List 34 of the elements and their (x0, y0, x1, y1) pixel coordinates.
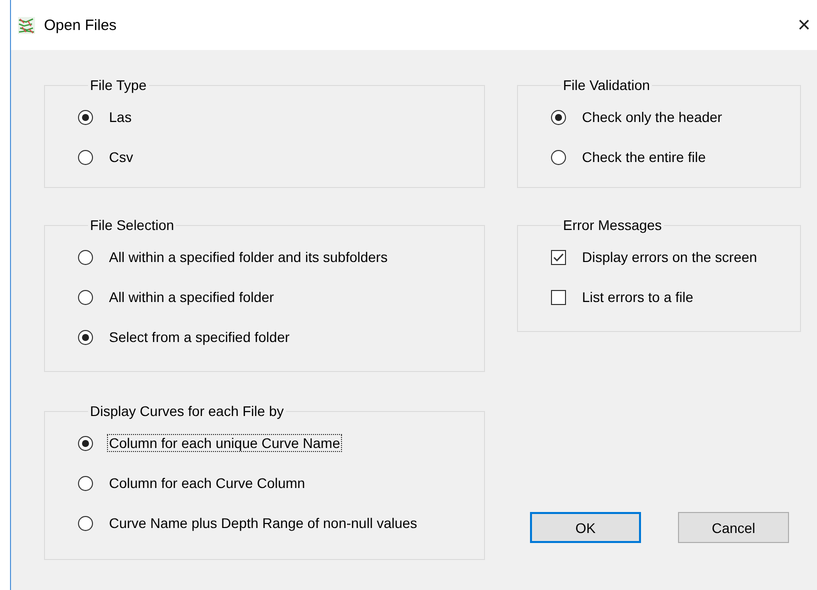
checkbox-option[interactable]: List errors to a file (551, 277, 800, 317)
option-label: Las (108, 108, 133, 126)
option-label: Curve Name plus Depth Range of non-null values (108, 514, 418, 532)
radio-option[interactable]: All within a specified folder and its subfolders (78, 237, 484, 277)
checkbox-option[interactable]: Display errors on the screen (551, 237, 800, 277)
option-label: All within a specified folder (108, 288, 275, 306)
radio-option[interactable]: Curve Name plus Depth Range of non-null values (78, 503, 484, 543)
radio-option[interactable]: Check the entire file (551, 137, 800, 177)
radio-option[interactable]: All within a specified folder (78, 277, 484, 317)
option-label: Check only the header (581, 108, 724, 126)
radio-option[interactable]: Select from a specified folder (78, 317, 484, 357)
option-label: Check the entire file (581, 148, 707, 166)
option-label: Csv (108, 148, 134, 166)
radio-option[interactable]: Column for each Curve Column (78, 463, 484, 503)
close-button[interactable]: × (791, 14, 817, 36)
option-label: Column for each Curve Column (108, 474, 306, 492)
dialog-button[interactable]: OK (530, 512, 641, 543)
window-title: Open Files (44, 16, 118, 34)
radio-option[interactable]: Csv (78, 137, 484, 177)
option-label: Column for each unique Curve Name (107, 434, 342, 452)
group-title: File Validation (562, 77, 651, 93)
radio-option[interactable]: Column for each unique Curve Name (78, 423, 484, 463)
option-label: List errors to a file (581, 288, 694, 306)
radio-option[interactable]: Las (78, 97, 484, 137)
option-label: Display errors on the screen (581, 248, 758, 266)
radio-option[interactable]: Check only the header (551, 97, 800, 137)
dialog-button[interactable]: Cancel (678, 512, 789, 543)
option-label: All within a specified folder and its subfolders (108, 248, 389, 266)
group-title: Display Curves for each File by (89, 403, 285, 419)
app-icon (18, 16, 35, 34)
group-title: Error Messages (562, 217, 663, 233)
group-title: File Type (89, 77, 148, 93)
group-title: File Selection (89, 217, 176, 233)
option-label: Select from a specified folder (108, 328, 291, 346)
